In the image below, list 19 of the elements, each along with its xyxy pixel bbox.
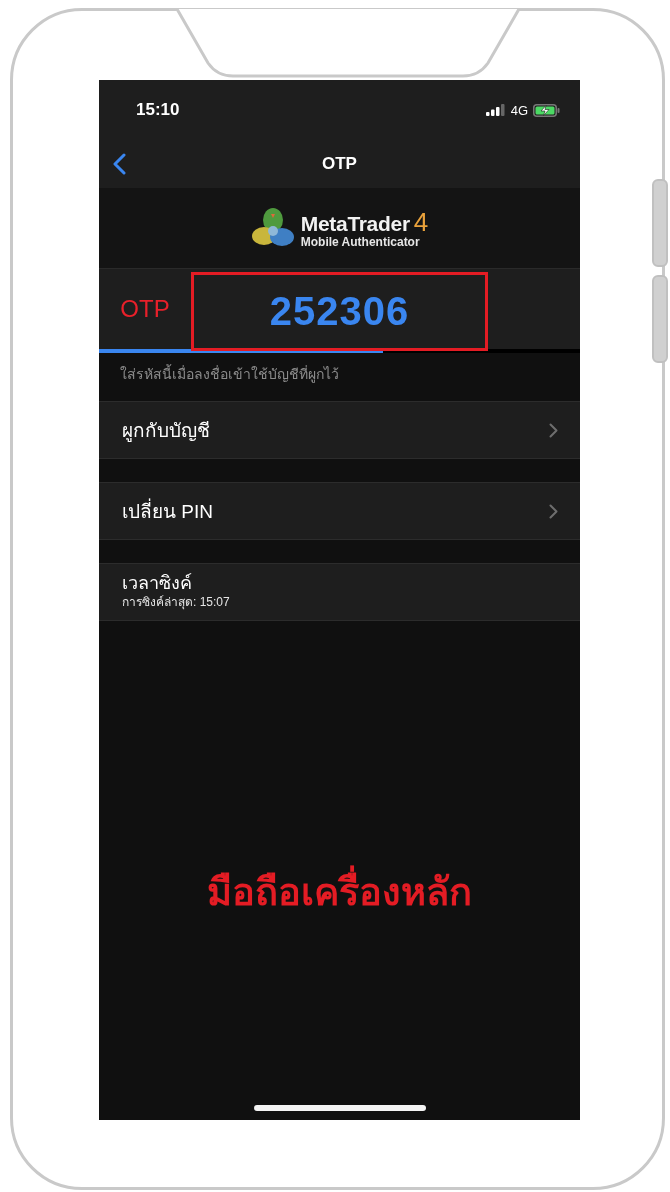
menu-row[interactable]: ผูกกับบัญชี — [99, 401, 580, 459]
screen-title: OTP — [322, 154, 357, 174]
row-label: เวลาซิงค์ — [122, 573, 193, 595]
battery-charging-icon — [533, 103, 560, 117]
otp-code: 252306 — [191, 272, 488, 351]
menu-row[interactable]: เปลี่ยน PIN — [99, 482, 580, 540]
logo-subtitle: Mobile Authenticator — [300, 235, 421, 248]
hint-text: ใส่รหัสนี้เมื่อลงชื่อเข้าใช้บัญชีที่ผูกไว้ — [119, 363, 340, 385]
network-label: 4G — [510, 102, 528, 118]
status-time: 15:10 — [136, 100, 180, 120]
otp-label: OTP — [119, 294, 171, 324]
chevron-right-icon — [549, 422, 558, 438]
logo-version: 4 — [413, 208, 429, 235]
back-icon — [113, 153, 126, 175]
signal-icon — [485, 104, 506, 116]
device-caption: มือถือเครื่องหลัก — [207, 861, 472, 922]
logo-name: MetaTrader — [300, 212, 410, 234]
chevron-right-icon — [549, 503, 558, 519]
last-sync-text: การซิงค์ล่าสุด: 15:07 — [122, 595, 231, 611]
